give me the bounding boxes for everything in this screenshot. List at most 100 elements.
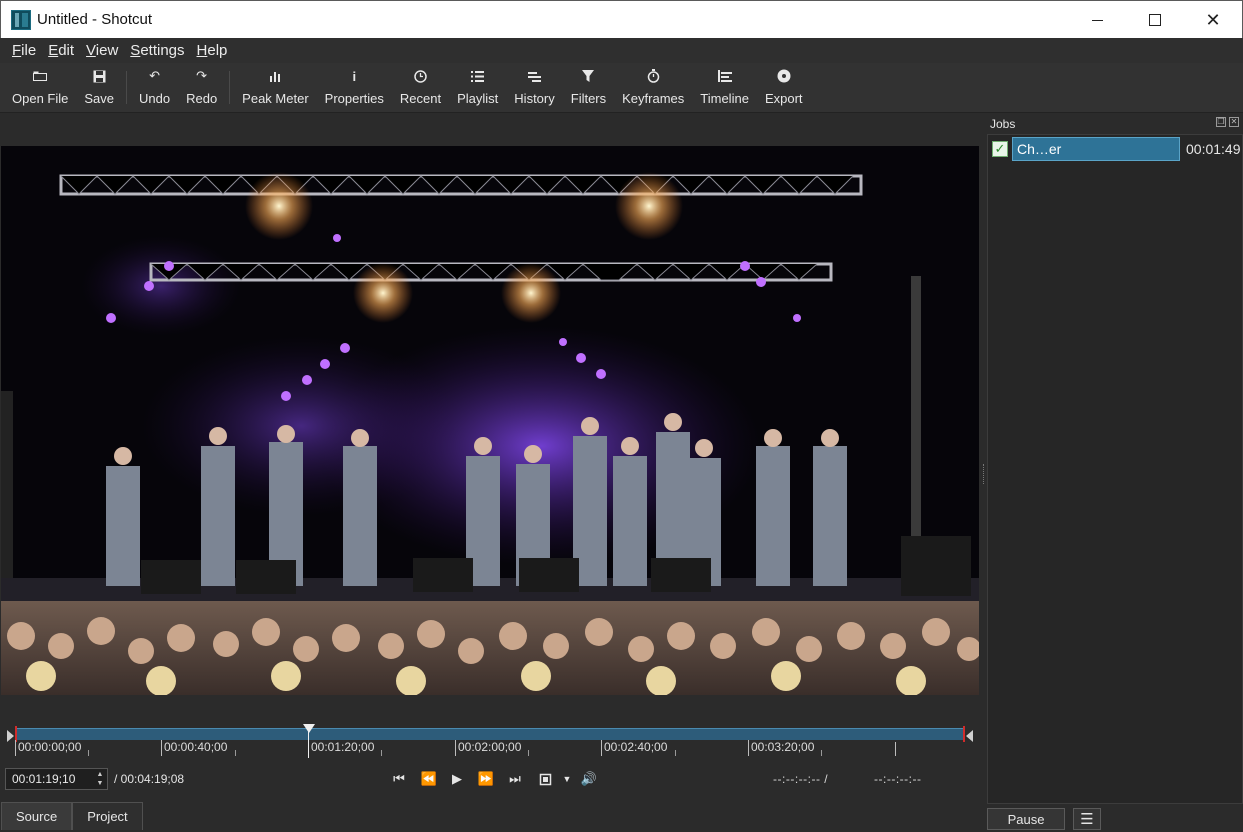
minor-tick	[895, 742, 896, 756]
main-toolbar: Open File Save ↶ Undo ↷ Redo Peak Meter …	[0, 63, 1243, 113]
minor-tick	[88, 750, 89, 756]
filters-label: Filters	[570, 91, 607, 106]
menu-help[interactable]: Help	[191, 42, 234, 59]
tab-source[interactable]: Source	[1, 802, 73, 830]
playlist-button[interactable]: Playlist	[449, 63, 506, 112]
checkmark-icon: ✓	[992, 141, 1008, 157]
recent-label: Recent	[399, 91, 442, 106]
folder-icon	[31, 67, 49, 85]
in-point-timecode: --:--:--:-- /	[773, 772, 829, 786]
menu-settings[interactable]: Settings	[124, 42, 190, 59]
out-point-timecode: --:--:--:--	[874, 772, 922, 786]
jobs-header: Jobs ❐ ✕	[987, 114, 1243, 134]
export-disc-icon	[775, 67, 793, 85]
jobs-panel: Jobs ❐ ✕ ✓ Ch…er 00:01:49 Pause ☰	[987, 114, 1243, 832]
menu-file[interactable]: File	[6, 42, 42, 59]
position-timecode-input[interactable]: 00:01:19;10 ▲ ▼	[5, 768, 108, 790]
timeline-button[interactable]: Timeline	[692, 63, 757, 112]
timecode-spinner[interactable]: ▲ ▼	[95, 771, 105, 787]
clock-icon	[412, 67, 430, 85]
ruler-tick: 00:00:00;00	[15, 740, 81, 756]
open-file-label: Open File	[12, 91, 69, 106]
peak-meter-icon	[266, 67, 284, 85]
jobs-list: ✓ Ch…er 00:01:49	[987, 134, 1243, 804]
undo-label: Undo	[139, 91, 171, 106]
total-duration: / 00:04:19;08	[114, 772, 185, 786]
funnel-icon	[579, 67, 597, 85]
position-timecode: 00:01:19;10	[12, 772, 76, 786]
splitter-grip[interactable]	[983, 464, 985, 484]
rewind-icon[interactable]: ⏪	[417, 769, 441, 789]
close-panel-icon[interactable]: ✕	[1229, 117, 1239, 127]
scrub-bar[interactable]: 00:00:00;00 00:00:40;00 00:01:20;00 00:0…	[7, 724, 973, 760]
video-preview[interactable]	[1, 146, 979, 695]
scrub-track[interactable]	[15, 728, 965, 740]
peak-meter-button[interactable]: Peak Meter	[234, 63, 316, 112]
minor-tick	[381, 750, 382, 756]
toolbar-separator	[126, 71, 128, 104]
zoom-fit-icon[interactable]	[533, 769, 557, 789]
window-controls: ✕	[1068, 1, 1242, 39]
job-name[interactable]: Ch…er	[1012, 137, 1180, 161]
skip-to-start-icon[interactable]: ⏮	[387, 769, 411, 789]
history-label: History	[514, 91, 555, 106]
ruler-tick: 00:02:00;00	[455, 740, 521, 756]
export-button[interactable]: Export	[757, 63, 811, 112]
properties-button[interactable]: i Properties	[317, 63, 392, 112]
menu-bar: File Edit View Settings Help	[0, 38, 1243, 63]
scrub-end-arrow	[966, 730, 973, 742]
menu-view[interactable]: View	[80, 42, 124, 59]
undo-icon: ↶	[149, 68, 160, 83]
history-button[interactable]: History	[506, 63, 562, 112]
recent-button[interactable]: Recent	[392, 63, 449, 112]
history-icon	[526, 67, 544, 85]
info-icon: i	[352, 68, 357, 84]
save-button[interactable]: Save	[76, 63, 122, 112]
list-icon	[469, 67, 487, 85]
undo-button[interactable]: ↶ Undo	[131, 63, 178, 112]
volume-icon[interactable]: 🔊	[577, 769, 601, 789]
stopwatch-icon	[644, 67, 662, 85]
time-ruler: 00:00:00;00 00:00:40;00 00:01:20;00 00:0…	[15, 740, 965, 758]
properties-label: Properties	[324, 91, 384, 106]
title-bar: Untitled - Shotcut ✕	[0, 0, 1243, 38]
pause-button[interactable]: Pause	[987, 808, 1065, 830]
minimize-button[interactable]	[1068, 1, 1126, 39]
skip-to-end-icon[interactable]: ⏭	[503, 769, 527, 789]
keyframes-button[interactable]: Keyframes	[614, 63, 692, 112]
ruler-tick: 00:02:40;00	[601, 740, 667, 756]
tab-project[interactable]: Project	[72, 802, 143, 830]
open-file-button[interactable]: Open File	[4, 63, 76, 112]
jobs-title: Jobs	[990, 117, 1016, 131]
transport-controls: 00:01:19;10 ▲ ▼ / 00:04:19;08 ⏮ ⏪ ▶ ⏩ ⏭ ▼…	[1, 766, 979, 792]
ruler-tick: 00:03:20;00	[748, 740, 814, 756]
zoom-dropdown-chevron-icon[interactable]: ▼	[555, 769, 579, 789]
menu-edit[interactable]: Edit	[42, 42, 80, 59]
fast-forward-icon[interactable]: ⏩	[474, 769, 498, 789]
shotcut-app-icon	[11, 9, 31, 30]
jobs-menu-button[interactable]: ☰	[1073, 808, 1101, 830]
play-icon[interactable]: ▶	[445, 769, 469, 789]
redo-icon: ↷	[196, 68, 208, 83]
filters-button[interactable]: Filters	[563, 63, 614, 112]
peak-meter-label: Peak Meter	[242, 91, 309, 106]
playhead-line	[308, 731, 309, 758]
close-button[interactable]: ✕	[1184, 1, 1242, 39]
playhead[interactable]	[303, 724, 315, 733]
float-panel-icon[interactable]: ❐	[1216, 117, 1226, 127]
keyframes-label: Keyframes	[622, 91, 685, 106]
export-label: Export	[764, 91, 803, 106]
scrub-start-arrow	[7, 730, 14, 742]
job-row[interactable]: ✓ Ch…er 00:01:49	[990, 137, 1241, 161]
maximize-button[interactable]	[1126, 1, 1184, 39]
save-disk-icon	[90, 67, 108, 85]
ruler-tick: 00:01:20;00	[308, 740, 374, 756]
minor-tick	[675, 750, 676, 756]
ruler-tick: 00:00:40;00	[161, 740, 227, 756]
save-label: Save	[84, 91, 115, 106]
timeline-label: Timeline	[700, 91, 749, 106]
player-tabs: Source Project	[1, 802, 143, 832]
redo-button[interactable]: ↷ Redo	[178, 63, 225, 112]
toolbar-separator	[229, 71, 231, 104]
timeline-icon	[716, 67, 734, 85]
